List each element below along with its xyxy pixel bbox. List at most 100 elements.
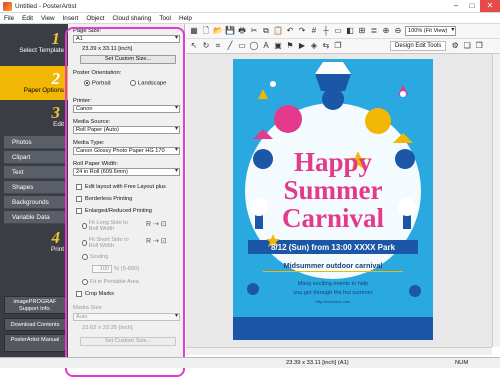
undo-icon[interactable]: ↶ [285, 26, 295, 36]
poster-title-summer: Summer [284, 175, 383, 205]
line-tool-icon[interactable]: ╱ [225, 41, 235, 51]
fit-short-radio-dot [82, 240, 87, 246]
flag-tool-icon[interactable]: ⚑ [285, 41, 295, 51]
portrait-radio-dot [84, 80, 90, 86]
edit-layout-checkbox[interactable]: Edit layout with Free Layout plus [76, 184, 166, 190]
nav-backgrounds[interactable]: Backgrounds [4, 196, 66, 209]
manual-button[interactable]: PosterArtist Manual [4, 334, 66, 352]
rotate-tool-icon[interactable]: ↻ [201, 41, 211, 51]
orientation-label: Poster Orientation: [73, 70, 122, 76]
media-type-label: Media Type: [73, 140, 105, 146]
roll-width-select[interactable]: 24 in Roll (609.6mm) [73, 168, 180, 176]
fit-long-radio-dot [82, 223, 87, 229]
vertical-scrollbar[interactable] [492, 54, 500, 347]
menu-file[interactable]: File [4, 15, 14, 22]
menu-tool[interactable]: Tool [159, 15, 171, 22]
poster-date-banner: 8/12 (Sun) from 13:00 XXXX Park [271, 243, 396, 252]
cut-icon[interactable]: ✂ [249, 26, 259, 36]
tool-icon-1[interactable]: ⚙ [450, 41, 460, 51]
ellipse-tool-icon[interactable]: ◯ [249, 41, 259, 51]
printer-select[interactable]: Canon [73, 105, 180, 113]
set-custom-size-button-2[interactable]: Set Custom Size... [80, 337, 176, 346]
nav-variable-data[interactable]: Variable Data [4, 211, 66, 224]
ruler-icon[interactable]: ▭ [333, 26, 343, 36]
step-edit[interactable]: 3 Edit [0, 104, 68, 134]
horizontal-scrollbar[interactable] [186, 347, 492, 355]
scaling-radio[interactable]: Scaling [82, 254, 108, 260]
support-info-button[interactable]: imagePROGRAF Support Info. [4, 296, 66, 314]
borderless-checkbox[interactable]: Borderless Printing [76, 196, 132, 202]
image-tool-icon[interactable]: ▣ [273, 41, 283, 51]
select-tool-icon[interactable]: ↖ [189, 41, 199, 51]
media-size-dims: 23.62 x 33.35 [inch] [82, 325, 133, 331]
fit-printable-radio[interactable]: Fit in Printable Area [82, 279, 139, 285]
menu-object[interactable]: Object [86, 15, 104, 22]
step-paper-options[interactable]: 2 Paper Options [0, 66, 68, 100]
title-bar: Untitled - PosterArtist – □ ✕ [0, 0, 500, 13]
status-bar: 23.39 x 33.11 [inch] (A1) NUM [0, 357, 500, 368]
paste-icon[interactable]: 📋 [273, 26, 283, 36]
rectangle-tool-icon[interactable]: ▭ [237, 41, 247, 51]
poster-canvas[interactable]: Happy Summer Carnival 8/12 (Sun) from 13… [233, 59, 433, 340]
nav-shapes[interactable]: Shapes [4, 181, 66, 194]
portrait-radio[interactable]: Portrait [84, 80, 111, 87]
layout-icon[interactable]: ▦ [189, 26, 199, 36]
media-source-select[interactable]: Roll Paper (Auto) [73, 126, 180, 134]
menu-help[interactable]: Help [179, 15, 192, 22]
group-icon[interactable]: ⊞ [357, 26, 367, 36]
menu-insert[interactable]: Insert [63, 15, 79, 22]
design-edit-tools-button[interactable]: Design Edit Tools [390, 41, 447, 51]
nav-clipart[interactable]: Clipart [4, 151, 66, 164]
fit-long-radio[interactable]: Fit Long Side to Roll Width [82, 220, 132, 232]
close-button[interactable]: ✕ [480, 0, 500, 12]
grid-icon[interactable]: # [309, 26, 319, 36]
text-tool-icon[interactable]: A [261, 41, 271, 51]
set-custom-size-button[interactable]: Set Custom Size... [80, 55, 176, 64]
step-select-template[interactable]: 1 Select Template [0, 30, 68, 64]
scaling-radio-dot [82, 254, 88, 260]
crop-marks-checkbox[interactable]: Crop Marks [76, 291, 114, 297]
fill-tool-icon[interactable]: ◈ [309, 41, 319, 51]
scaling-range: % (5-600) [114, 266, 140, 272]
zoom-in-icon[interactable]: ⊕ [381, 26, 391, 36]
enlarged-checkbox[interactable]: Enlarged/Reduced Printing [76, 208, 152, 214]
menu-view[interactable]: View [41, 15, 55, 22]
step-print[interactable]: 4 Print [0, 229, 68, 259]
transform-tool-icon[interactable]: ⇆ [321, 41, 331, 51]
media-type-select[interactable]: Canon Glossy Photo Paper HG 170 [73, 147, 180, 155]
save-icon[interactable]: 💾 [225, 26, 235, 36]
redo-icon[interactable]: ↷ [297, 26, 307, 36]
media-size-select[interactable]: Auto [73, 313, 180, 321]
guide-icon[interactable]: ┼ [321, 26, 331, 36]
open-icon[interactable]: 📂 [213, 26, 223, 36]
tool-icon-3[interactable]: ❐ [474, 41, 484, 51]
poster-artwork: Happy Summer Carnival 8/12 (Sun) from 13… [233, 59, 433, 340]
layer-tool-icon[interactable]: ❐ [333, 41, 343, 51]
color-icon[interactable]: ◧ [345, 26, 355, 36]
copy-icon[interactable]: ⧉ [261, 26, 271, 36]
zoom-out-icon[interactable]: ⊖ [393, 26, 403, 36]
status-dims: 23.39 x 33.11 [inch] (A1) [286, 360, 349, 366]
scaling-input[interactable]: 100 [92, 265, 112, 273]
crop-tool-icon[interactable]: ⌗ [213, 41, 223, 51]
poster-desc-2: you get through the hot summer [293, 290, 372, 296]
fit-short-radio[interactable]: Fit Short Side to Roll Width [82, 237, 132, 249]
minimize-button[interactable]: – [448, 0, 464, 12]
tool-icon-2[interactable]: ❏ [462, 41, 472, 51]
borderless-box [76, 196, 82, 202]
play-tool-icon[interactable]: ▶ [297, 41, 307, 51]
poster-title-happy: Happy [294, 147, 373, 177]
page-size-select[interactable]: A1 [73, 35, 180, 43]
nav-photos[interactable]: Photos [4, 136, 66, 149]
new-icon[interactable]: 🗋 [201, 26, 211, 36]
maximize-button[interactable]: □ [464, 0, 480, 12]
landscape-radio[interactable]: Landscape [130, 80, 166, 87]
menu-cloud-sharing[interactable]: Cloud sharing [113, 15, 152, 22]
align-icon[interactable]: ≣ [369, 26, 379, 36]
zoom-select[interactable]: 100% (Fit View) [405, 26, 457, 36]
download-contents-button[interactable]: Download Contents [4, 318, 66, 331]
print-icon[interactable]: 🖶 [237, 26, 247, 36]
nav-text[interactable]: Text [4, 166, 66, 179]
poster-desc-1: Many exciting events to help [298, 281, 369, 287]
menu-edit[interactable]: Edit [22, 15, 33, 22]
